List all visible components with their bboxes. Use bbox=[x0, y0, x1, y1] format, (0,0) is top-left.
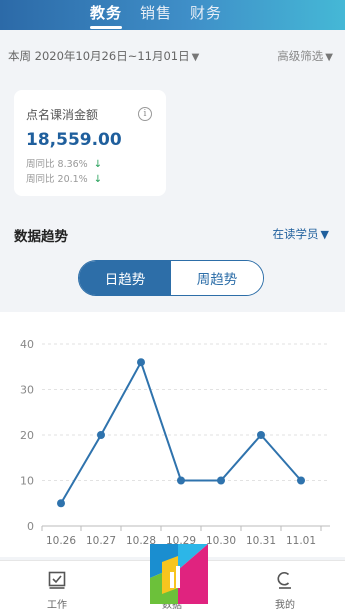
chevron-down-icon: ▼ bbox=[325, 52, 333, 63]
tab-academic[interactable]: 教务 bbox=[90, 3, 123, 29]
date-range-label: 本周 2020年10月26日~11月01日 bbox=[8, 49, 190, 63]
info-icon[interactable]: i bbox=[138, 107, 152, 121]
stat-card: 点名课消金额 i 18,559.00 周同比 8.36% ↓ 周同比 20.1% ↓ bbox=[14, 90, 166, 196]
down-arrow-icon: ↓ bbox=[93, 174, 103, 185]
nav-mine[interactable]: 我的 bbox=[255, 561, 315, 609]
data-point bbox=[97, 431, 105, 439]
nav-work-label: 工作 bbox=[47, 600, 67, 609]
app-logo bbox=[150, 544, 208, 604]
student-filter-dropdown[interactable]: 在读学员 ▼ bbox=[273, 226, 329, 242]
week-compare-text: 周同比 20.1% bbox=[26, 174, 88, 185]
top-header: 教务 销售 财务 bbox=[0, 0, 345, 30]
user-icon bbox=[277, 571, 291, 589]
student-filter-label: 在读学员 bbox=[272, 227, 319, 241]
x-tick-label: 10.30 bbox=[206, 535, 236, 547]
y-tick-label: 10 bbox=[20, 475, 34, 488]
x-tick-label: 10.31 bbox=[246, 535, 276, 547]
advanced-filter-label: 高级筛选 bbox=[277, 49, 324, 63]
week-compare-1: 周同比 8.36% ↓ bbox=[26, 156, 102, 170]
data-point bbox=[57, 499, 65, 508]
tab-sales[interactable]: 销售 bbox=[140, 3, 172, 29]
data-point bbox=[297, 476, 305, 485]
top-tabs: 教务 销售 财务 bbox=[90, 3, 222, 29]
y-tick-label: 40 bbox=[20, 338, 34, 351]
week-compare-2: 周同比 20.1% ↓ bbox=[26, 171, 102, 185]
y-tick-label: 20 bbox=[20, 429, 34, 442]
checkbox-icon bbox=[48, 571, 66, 589]
nav-work[interactable]: 工作 bbox=[27, 561, 87, 609]
y-tick-label: 0 bbox=[27, 520, 34, 533]
card-value: 18,559.00 bbox=[26, 130, 122, 150]
data-point bbox=[177, 476, 185, 485]
chevron-down-icon: ▼ bbox=[191, 52, 200, 63]
nav-mine-label: 我的 bbox=[275, 600, 295, 609]
data-point bbox=[137, 358, 145, 367]
card-title: 点名课消金额 bbox=[26, 108, 99, 122]
down-arrow-icon: ↓ bbox=[93, 159, 103, 170]
day-trend-button[interactable]: 日趋势 bbox=[79, 261, 171, 295]
x-tick-label: 10.26 bbox=[46, 535, 76, 547]
week-trend-button[interactable]: 周趋势 bbox=[171, 261, 263, 295]
chevron-down-icon: ▼ bbox=[320, 228, 329, 241]
date-row: 本周 2020年10月26日~11月01日 ▼ 高级筛选 ▼ bbox=[0, 42, 345, 70]
data-point bbox=[217, 476, 225, 485]
date-range-selector[interactable]: 本周 2020年10月26日~11月01日 ▼ bbox=[8, 48, 199, 64]
advanced-filter-button[interactable]: 高级筛选 ▼ bbox=[277, 48, 333, 64]
week-compare-text: 周同比 8.36% bbox=[26, 159, 88, 170]
x-tick-label: 10.27 bbox=[86, 535, 116, 547]
trend-line-chart: 01020304010.26 10.27 10.28 10.29 10.30 10.31 1… bbox=[20, 338, 330, 547]
data-point bbox=[257, 431, 265, 439]
trend-segment-control: 日趋势 周趋势 bbox=[78, 260, 264, 296]
chart-area: 0 10 20 30 40 10.26 10.27 10.28 10.29 10.30 10.31 1… bbox=[0, 312, 345, 557]
x-tick-label: 11.01 bbox=[286, 535, 316, 547]
section-title: 数据趋势 bbox=[14, 229, 68, 245]
tab-finance[interactable]: 财务 bbox=[190, 3, 222, 29]
y-tick-label: 30 bbox=[20, 384, 34, 397]
